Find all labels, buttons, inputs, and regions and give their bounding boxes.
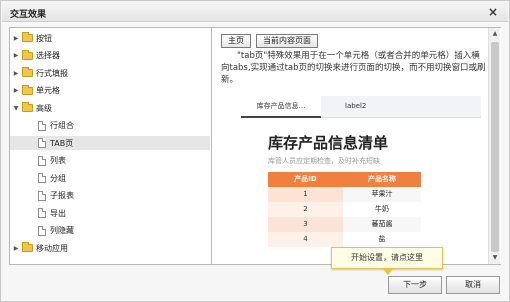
tree-item[interactable]: ▶ 选择器	[12, 49, 210, 63]
page-icon	[38, 155, 46, 166]
page-icon	[38, 138, 46, 148]
product-name-cell: 盐	[343, 232, 421, 247]
preview-area: 库存产品信息... label2 库存产品信息清单 库管人员应定期检查，及时补充…	[241, 96, 481, 264]
table-row: 3 蕃茄酱	[268, 217, 481, 232]
tree-item[interactable]: 导出	[10, 206, 210, 220]
folder-icon	[22, 242, 33, 252]
preview-report-subtitle: 库管人员应定期检查，及时补充短缺	[268, 157, 380, 165]
tree-item-label: 行组合	[50, 121, 74, 130]
preview-report-title: 库存产品信息清单	[268, 134, 389, 152]
page-icon	[38, 190, 46, 201]
detail-panel: 主页 当前内容页面 "tab页"特殊效果用于在一个单元格（或者合并的单元格）插入…	[213, 28, 501, 264]
tree-item-label: 高级	[36, 103, 52, 113]
preview-button-row: 主页 当前内容页面	[221, 34, 318, 48]
column-header-product-id: 产品ID	[268, 172, 343, 187]
preview-tab-strip: 库存产品信息... label2	[241, 96, 481, 118]
page-icon	[38, 208, 46, 218]
tree-item-label: TAB页	[50, 138, 74, 148]
close-icon[interactable]: ×	[488, 5, 498, 19]
table-row: 2 牛奶	[268, 202, 481, 217]
tree-item-label: 列隐藏	[50, 226, 74, 235]
collapsed-arrow-icon[interactable]: ▶	[12, 70, 20, 77]
product-name-cell: 苹果汁	[343, 187, 421, 202]
tree-item[interactable]: ▶ 行式填报	[12, 66, 210, 80]
tree-item-label: 按钮	[36, 33, 52, 43]
product-name-cell: 蕃茄酱	[343, 217, 421, 232]
collapsed-arrow-icon[interactable]: ▶	[12, 35, 20, 42]
table-header-row: 产品ID 产品名称	[268, 172, 481, 187]
page-icon	[38, 173, 46, 183]
effect-description: "tab页"特殊效果用于在一个单元格（或者合并的单元格）插入横向tabs,实现通…	[221, 51, 486, 85]
dialog-footer: 下一步 取消	[2, 271, 508, 300]
product-id-cell: 2	[268, 202, 343, 217]
tree-item-label: 分组	[50, 173, 66, 183]
effect-tree: ▶ 按钮 ▶ 选择器 ▶ 行式填报 ▶ 单元格 ▼ 高级行组合 TAB页列表分组子报表导出列隐藏 ▶ 移…	[10, 28, 212, 264]
tree-item-label: 列表	[50, 156, 66, 165]
tree-item[interactable]: 分组	[10, 171, 210, 185]
collapsed-arrow-icon[interactable]: ▶	[12, 245, 20, 252]
scroll-up-arrow-icon[interactable]: ▲	[489, 28, 501, 40]
cancel-button[interactable]: 取消	[446, 276, 500, 294]
interaction-effects-dialog: 交互效果 × ▶ 按钮 ▶ 选择器 ▶ 行式填报 ▶ 单元格 ▼ 高级行组合 TAB页列表分组子报表…	[0, 0, 510, 302]
column-header-product-name: 产品名称	[343, 172, 421, 187]
dialog-titlebar[interactable]: 交互效果 ×	[2, 2, 508, 22]
folder-icon	[22, 84, 33, 95]
folder-icon	[22, 49, 33, 60]
expanded-arrow-icon[interactable]: ▼	[12, 105, 20, 112]
page-icon	[38, 120, 46, 131]
product-id-cell: 1	[268, 187, 343, 202]
page-icon	[38, 225, 46, 236]
table-row: 1 苹果汁	[268, 187, 481, 202]
product-id-cell: 4	[268, 232, 343, 247]
tree-item-label: 行式填报	[36, 68, 68, 78]
home-page-button[interactable]: 主页	[221, 34, 251, 48]
preview-tab-label2[interactable]: label2	[345, 96, 366, 118]
vertical-scrollbar[interactable]: ▲ ▼	[488, 28, 500, 264]
tree-item[interactable]: 列隐藏	[10, 224, 210, 238]
dialog-content: ▶ 按钮 ▶ 选择器 ▶ 行式填报 ▶ 单元格 ▼ 高级行组合 TAB页列表分组子报表导出列隐藏 ▶ 移…	[9, 27, 501, 265]
folder-icon	[22, 67, 33, 77]
tree-item[interactable]: ▼ 高级	[12, 101, 210, 115]
collapsed-arrow-icon[interactable]: ▶	[12, 87, 20, 94]
tree-item[interactable]: 子报表	[10, 189, 210, 203]
product-id-cell: 3	[268, 217, 343, 232]
dialog-title: 交互效果	[10, 10, 47, 20]
scroll-thumb[interactable]	[491, 42, 499, 252]
table-row: 4盐	[268, 232, 481, 247]
tree-item[interactable]: TAB页	[10, 136, 210, 150]
folder-icon	[22, 102, 33, 112]
folder-icon	[22, 32, 33, 42]
tree-item-label: 子报表	[50, 191, 74, 200]
next-step-button[interactable]: 下一步	[388, 276, 442, 294]
collapsed-arrow-icon[interactable]: ▶	[12, 52, 20, 59]
tree-item[interactable]: ▶ 移动应用	[12, 241, 210, 255]
preview-product-table: 产品ID 产品名称 1 苹果汁 2 牛奶 3 蕃茄酱 4 盐	[268, 172, 481, 247]
tree-item[interactable]: 行组合	[10, 119, 210, 133]
preview-tab-active[interactable]: 库存产品信息...	[241, 96, 321, 118]
scroll-down-arrow-icon[interactable]: ▼	[489, 252, 501, 264]
start-hint-tooltip: 开始设置，请点这里	[331, 247, 443, 275]
tree-item-label: 导出	[50, 208, 66, 218]
tree-item[interactable]: ▶ 按钮	[12, 31, 210, 45]
current-page-button[interactable]: 当前内容页面	[256, 34, 318, 48]
tree-item[interactable]: 列表	[10, 154, 210, 168]
tree-item-label: 单元格	[36, 86, 60, 95]
tree-item-label: 选择器	[36, 51, 60, 60]
tree-item[interactable]: ▶ 单元格	[12, 84, 210, 98]
tree-item-label: 移动应用	[36, 243, 68, 253]
product-name-cell: 牛奶	[343, 202, 421, 217]
